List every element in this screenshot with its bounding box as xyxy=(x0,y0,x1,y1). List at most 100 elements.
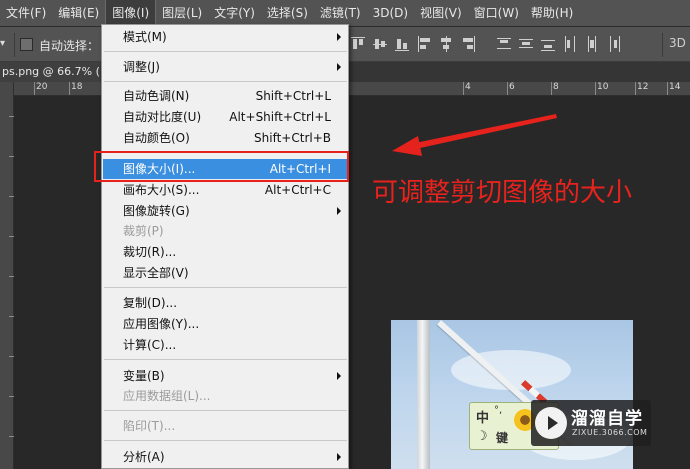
annotation-arrow-icon xyxy=(392,114,557,156)
menu-item-crop[interactable]: 裁剪(P) xyxy=(103,221,348,241)
menu-item-label: 裁剪(P) xyxy=(123,224,164,238)
ruler-tick xyxy=(463,82,464,95)
menu-item-auto-color[interactable]: 自动颜色(O) Shift+Ctrl+B xyxy=(103,128,348,148)
auto-select-label: 自动选择： xyxy=(39,39,100,53)
menu-separator xyxy=(104,81,347,82)
ime-moon-icon: ☽ xyxy=(476,429,488,444)
ruler-tick xyxy=(551,82,552,95)
distribute-vertical-centers-icon[interactable] xyxy=(518,35,534,53)
menu-item-trim[interactable]: 裁切(R)... xyxy=(103,242,348,262)
align-horizontal-centers-icon[interactable] xyxy=(438,35,454,53)
play-logo-icon xyxy=(535,407,567,439)
menu-item-label: 调整(J) xyxy=(123,60,160,74)
distribute-right-icon[interactable] xyxy=(606,35,622,53)
ruler-tick xyxy=(507,82,508,95)
menu-item-auto-contrast[interactable]: 自动对比度(U) Alt+Shift+Ctrl+L xyxy=(103,107,348,127)
menu-separator xyxy=(104,287,347,288)
image-menu-dropdown: 模式(M) 调整(J) 自动色调(N) Shift+Ctrl+L 自动对比度(U… xyxy=(101,24,349,469)
menu-item-label: 自动色调(N) xyxy=(123,89,190,103)
align-right-edges-icon[interactable] xyxy=(460,35,476,53)
menu-item-shortcut: Alt+Shift+Ctrl+L xyxy=(229,110,331,124)
align-top-edges-icon[interactable] xyxy=(350,35,366,53)
menu-item-calculations[interactable]: 计算(C)... xyxy=(103,335,348,355)
menu-separator xyxy=(104,410,347,411)
watermark-subtitle: ZIXUE.3066.COM xyxy=(572,428,648,437)
menu-item-label: 模式(M) xyxy=(123,30,167,44)
menu-item-apply-image[interactable]: 应用图像(Y)... xyxy=(103,314,348,334)
options-divider xyxy=(14,33,15,57)
document-image[interactable]: 中 °, ☽ 键 xyxy=(391,320,633,469)
menu-help[interactable]: 帮助(H) xyxy=(525,0,579,26)
ruler-label: 20 xyxy=(36,82,48,92)
wind-turbine-tower xyxy=(417,320,430,469)
align-distribute-group xyxy=(350,35,628,53)
menu-item-adjustments[interactable]: 调整(J) xyxy=(103,57,348,77)
menu-item-label: 分析(A) xyxy=(123,450,165,464)
ruler-tick xyxy=(34,82,35,95)
submenu-arrow-icon xyxy=(337,453,341,461)
menu-item-label: 陷印(T)... xyxy=(123,419,176,433)
ruler-corner xyxy=(0,82,14,96)
menu-item-label: 复制(D)... xyxy=(123,296,178,310)
menu-item-label: 变量(B) xyxy=(123,369,165,383)
menu-separator xyxy=(104,51,347,52)
menu-item-image-rotation[interactable]: 图像旋转(G) xyxy=(103,201,348,221)
vertical-ruler[interactable] xyxy=(0,96,14,469)
menu-item-shortcut: Alt+Ctrl+C xyxy=(264,183,331,197)
menu-item-shortcut: Shift+Ctrl+B xyxy=(254,131,331,145)
ruler-tick xyxy=(69,82,70,95)
ruler-tick xyxy=(595,82,596,95)
ime-key-label: 键 xyxy=(496,431,509,445)
annotation-text: 可调整剪切图像的大小 xyxy=(372,178,633,208)
distribute-bottom-icon[interactable] xyxy=(540,35,556,53)
distribute-top-icon[interactable] xyxy=(496,35,512,53)
menu-item-canvas-size[interactable]: 画布大小(S)... Alt+Ctrl+C xyxy=(103,180,348,200)
distribute-left-icon[interactable] xyxy=(562,35,578,53)
ruler-label: 10 xyxy=(597,82,609,92)
menu-item-mode[interactable]: 模式(M) xyxy=(103,27,348,47)
menu-filter[interactable]: 滤镜(T) xyxy=(314,0,367,26)
menu-item-label: 计算(C)... xyxy=(123,338,177,352)
highlight-box xyxy=(94,151,349,182)
menu-item-auto-tone[interactable]: 自动色调(N) Shift+Ctrl+L xyxy=(103,86,348,106)
ruler-tick xyxy=(635,82,636,95)
submenu-arrow-icon xyxy=(337,33,341,41)
menu-window[interactable]: 窗口(W) xyxy=(468,0,525,26)
menu-select[interactable]: 选择(S) xyxy=(261,0,314,26)
menu-3d[interactable]: 3D(D) xyxy=(367,0,414,26)
menu-item-label: 自动颜色(O) xyxy=(123,131,190,145)
ruler-tick xyxy=(667,82,668,95)
align-bottom-edges-icon[interactable] xyxy=(394,35,410,53)
auto-select-checkbox[interactable] xyxy=(20,38,33,51)
menu-item-shortcut: Shift+Ctrl+L xyxy=(255,89,331,103)
submenu-arrow-icon xyxy=(337,63,341,71)
options-divider xyxy=(662,33,663,57)
ruler-label: 4 xyxy=(465,82,471,92)
menu-item-variables[interactable]: 变量(B) xyxy=(103,366,348,386)
distribute-horizontal-centers-icon[interactable] xyxy=(584,35,600,53)
document-tab[interactable]: ps.png @ 66.7% (图 xyxy=(0,62,100,82)
menu-file[interactable]: 文件(F) xyxy=(0,0,52,26)
menu-separator xyxy=(104,359,347,360)
menu-item-reveal-all[interactable]: 显示全部(V) xyxy=(103,263,348,283)
menu-image[interactable]: 图像(I) xyxy=(105,0,157,26)
menu-item-trap[interactable]: 陷印(T)... xyxy=(103,416,348,436)
menu-item-label: 显示全部(V) xyxy=(123,266,189,280)
menu-type[interactable]: 文字(Y) xyxy=(208,0,261,26)
menu-item-apply-data-set[interactable]: 应用数据组(L)... xyxy=(103,386,348,406)
tool-preset-dropdown-icon[interactable]: ▾ xyxy=(0,38,5,49)
menu-separator xyxy=(104,440,347,441)
align-vertical-centers-icon[interactable] xyxy=(372,35,388,53)
menu-item-duplicate[interactable]: 复制(D)... xyxy=(103,293,348,313)
menu-item-label: 自动对比度(U) xyxy=(123,110,202,124)
menu-view[interactable]: 视图(V) xyxy=(414,0,468,26)
menu-item-label: 画布大小(S)... xyxy=(123,183,200,197)
menu-layer[interactable]: 图层(L) xyxy=(156,0,208,26)
3d-mode-label: 3D xyxy=(669,36,686,50)
menu-edit[interactable]: 编辑(E) xyxy=(52,0,105,26)
menu-item-label: 裁切(R)... xyxy=(123,245,177,259)
submenu-arrow-icon xyxy=(337,372,341,380)
align-left-edges-icon[interactable] xyxy=(416,35,432,53)
menu-item-analysis[interactable]: 分析(A) xyxy=(103,447,348,467)
menu-item-label: 应用图像(Y)... xyxy=(123,317,200,331)
